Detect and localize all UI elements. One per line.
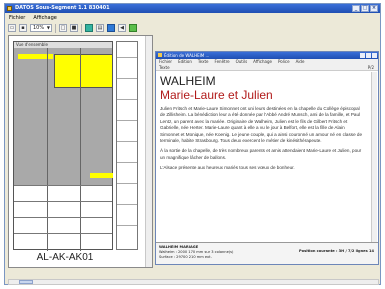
editor-status-bar: WALHEIM MARIAGE Walheim : 2000 170 mm su… xyxy=(156,242,378,264)
selected-footer-block[interactable] xyxy=(90,173,113,178)
app-title: DATOS Sous-Segment 1.1 830401 xyxy=(15,5,110,11)
thumb-divider xyxy=(117,141,137,142)
text-editor-window: Édition de WALHEIM ... Fichier Édition T… xyxy=(155,51,379,265)
selected-article-block[interactable] xyxy=(54,54,113,88)
editor-title: Édition de WALHEIM ... xyxy=(164,53,210,58)
scrollbar-thumb[interactable] xyxy=(19,280,33,284)
layout-pane: Vue d'ensemble AL-AK-AK01 xyxy=(8,35,153,268)
frame-tool-icon[interactable] xyxy=(85,24,93,32)
menubar: Fichier Affichage xyxy=(5,13,380,22)
row-divider xyxy=(14,233,112,234)
menu-view[interactable]: Affichage xyxy=(33,15,57,21)
thumb-divider xyxy=(117,225,137,226)
thumb-divider xyxy=(117,183,137,184)
editor-minimize-button[interactable] xyxy=(360,53,365,58)
article-paragraph: À la sortie de la chapelle, de très nomb… xyxy=(160,148,362,160)
horizontal-scrollbar[interactable] xyxy=(8,279,379,285)
thumb-divider xyxy=(117,57,137,58)
text-tool-icon[interactable]: ■ xyxy=(70,24,78,32)
cursor-position: Position courante : 3H / 7/2 lignes 14 xyxy=(298,249,374,253)
chevron-down-icon: ▼ xyxy=(46,25,50,30)
save-icon[interactable]: ▪ xyxy=(19,24,27,32)
title-bar: DATOS Sous-Segment 1.1 830401 _ □ × xyxy=(5,4,380,13)
zoom-value: 10% xyxy=(33,25,45,31)
editor-scrollbar[interactable] xyxy=(371,72,377,244)
thumb-divider xyxy=(117,204,137,205)
maximize-button[interactable]: □ xyxy=(361,5,369,12)
close-button[interactable]: × xyxy=(370,5,378,12)
thumb-divider xyxy=(117,78,137,79)
toolbar: ▭ ▪ 10% ▼ □ ■ ▤ ◀ xyxy=(5,22,380,34)
status-line-surface: Surface : 29700 210 mm ext. xyxy=(159,255,212,259)
row-divider xyxy=(14,201,112,202)
thumb-divider xyxy=(117,99,137,100)
article-paragraph: L'Alsace présente aux heureux mariés tou… xyxy=(160,165,295,171)
toolbar-separator xyxy=(81,23,82,33)
thumb-divider xyxy=(117,162,137,163)
tab-text[interactable]: Texte xyxy=(159,65,170,70)
thumb-divider xyxy=(117,120,137,121)
editor-maximize-button[interactable] xyxy=(366,53,371,58)
layout-icon[interactable] xyxy=(107,24,115,32)
page-label: AL-AK-AK01 xyxy=(36,252,94,263)
row-divider xyxy=(14,185,112,186)
open-icon[interactable]: ▭ xyxy=(8,24,16,32)
article-title: Marie-Laure et Julien xyxy=(160,88,273,102)
toolbar-separator xyxy=(55,23,56,33)
article-paragraph: Julien Fritsch et Marie-Laure Simonnet o… xyxy=(160,106,363,144)
minimize-button[interactable]: _ xyxy=(352,5,360,12)
column-divider xyxy=(80,48,81,251)
page-indicator: P/2 xyxy=(367,65,374,70)
export-icon[interactable] xyxy=(129,24,137,32)
editor-app-icon xyxy=(158,53,162,57)
app-icon xyxy=(7,6,12,11)
page-layout-canvas[interactable]: Vue d'ensemble xyxy=(13,41,113,251)
editor-text-area[interactable]: WALHEIM Marie-Laure et Julien Julien Fri… xyxy=(160,74,364,244)
editor-tab-row: Texte P/2 xyxy=(156,65,378,71)
app-window: DATOS Sous-Segment 1.1 830401 _ □ × Fich… xyxy=(4,3,381,285)
page-thumbnails-column[interactable] xyxy=(116,41,138,250)
previous-icon[interactable]: ◀ xyxy=(118,24,126,32)
select-tool-icon[interactable]: □ xyxy=(59,24,67,32)
editor-close-button[interactable] xyxy=(372,53,377,58)
editor-title-bar: Édition de WALHEIM ... xyxy=(156,52,378,59)
article-city-heading: WALHEIM xyxy=(160,74,216,88)
column-divider xyxy=(47,48,48,251)
layout-scrollbar[interactable] xyxy=(145,36,152,267)
menu-file[interactable]: Fichier xyxy=(9,15,25,21)
grid-icon[interactable]: ▤ xyxy=(96,24,104,32)
zoom-select[interactable]: 10% ▼ xyxy=(30,24,52,32)
row-divider xyxy=(14,217,112,218)
